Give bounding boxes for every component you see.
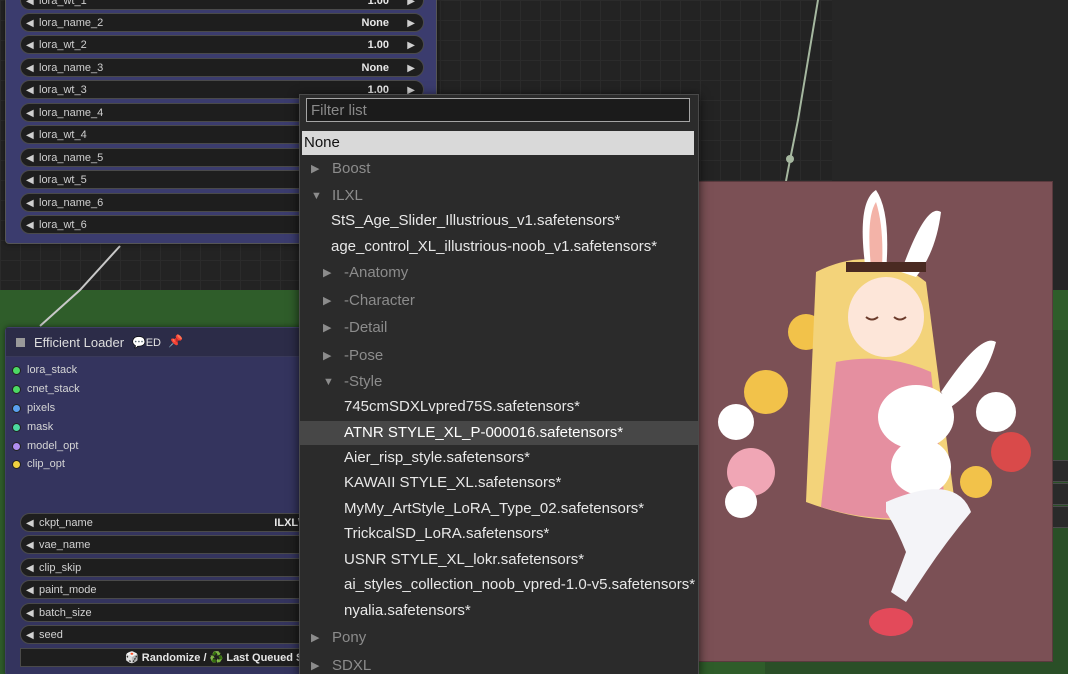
decrement-arrow-icon[interactable]: ◀ — [26, 104, 34, 123]
menu-folder-pony[interactable]: ▶ Pony — [300, 626, 698, 650]
pin-icon[interactable]: 📌 — [168, 334, 183, 348]
decrement-arrow-icon[interactable]: ◀ — [26, 581, 34, 600]
menu-item-file[interactable]: KAWAII STYLE_XL.safetensors* — [300, 471, 698, 495]
folder-open-icon: ▼ — [323, 376, 334, 388]
input-slot-model-opt[interactable]: model_opt — [12, 440, 78, 452]
slot-dot-icon[interactable] — [12, 384, 21, 394]
input-slot-pixels[interactable]: pixels — [12, 402, 55, 414]
preview-illustration — [718, 190, 1031, 636]
increment-arrow-icon[interactable]: ▶ — [407, 36, 415, 55]
menu-folder-ilxl[interactable]: ▼ ILXL — [300, 184, 698, 208]
menu-item-file[interactable]: age_control_XL_illustrious-noob_v1.safet… — [300, 235, 698, 259]
decrement-arrow-icon[interactable]: ◀ — [26, 36, 34, 55]
menu-item-file[interactable]: nyalia.safetensors* — [300, 599, 698, 623]
input-slot-clip-opt[interactable]: clip_opt — [12, 458, 65, 470]
input-slot-mask[interactable]: mask — [12, 421, 53, 433]
increment-arrow-icon[interactable]: ▶ — [407, 59, 415, 78]
folder-collapsed-icon: ▶ — [323, 295, 332, 307]
folder-collapsed-icon: ▶ — [311, 632, 320, 644]
decrement-arrow-icon[interactable]: ◀ — [26, 536, 34, 555]
menu-item-none[interactable]: None — [302, 131, 694, 155]
menu-folder-character[interactable]: ▶ -Character — [300, 289, 698, 313]
decrement-arrow-icon[interactable]: ◀ — [26, 194, 34, 213]
widget-lora-name-3[interactable]: ◀ lora_name_3 None ▶ — [20, 58, 424, 77]
menu-item-file-hovered[interactable]: ATNR STYLE_XL_P-000016.safetensors* — [300, 421, 698, 445]
folder-collapsed-icon: ▶ — [323, 267, 332, 279]
menu-item-file[interactable]: ai_styles_collection_noob_vpred-1.0-v5.s… — [300, 573, 698, 597]
menu-item-file[interactable]: StS_Age_Slider_Illustrious_v1.safetensor… — [300, 209, 698, 233]
menu-folder-sdxl[interactable]: ▶ SDXL — [300, 654, 698, 674]
menu-folder-pose[interactable]: ▶ -Pose — [300, 344, 698, 368]
slot-dot-icon[interactable] — [12, 403, 21, 413]
folder-collapsed-icon: ▶ — [311, 660, 320, 672]
menu-item-file[interactable]: Aier_risp_style.safetensors* — [300, 446, 698, 470]
increment-arrow-icon[interactable]: ▶ — [407, 14, 415, 33]
menu-folder-boost[interactable]: ▶ Boost — [300, 157, 698, 181]
decrement-arrow-icon[interactable]: ◀ — [26, 81, 34, 100]
input-slot-lora-stack[interactable]: lora_stack — [12, 364, 77, 376]
decrement-arrow-icon[interactable]: ◀ — [26, 171, 34, 190]
slot-dot-icon[interactable] — [12, 422, 21, 432]
decrement-arrow-icon[interactable]: ◀ — [26, 14, 34, 33]
menu-item-file[interactable]: USNR STYLE_XL_lokr.safetensors* — [300, 548, 698, 572]
widget-lora-wt-2[interactable]: ◀ lora_wt_2 1.00 ▶ — [20, 35, 424, 54]
menu-item-file[interactable]: TrickcalSD_LoRA.safetensors* — [300, 522, 698, 546]
widget-lora-name-2[interactable]: ◀ lora_name_2 None ▶ — [20, 13, 424, 32]
node-title: Efficient Loader — [34, 335, 125, 350]
filter-list-input[interactable]: Filter list — [306, 98, 690, 122]
decrement-arrow-icon[interactable]: ◀ — [26, 604, 34, 623]
folder-collapsed-icon: ▶ — [323, 322, 332, 334]
decrement-arrow-icon[interactable]: ◀ — [26, 216, 34, 235]
decrement-arrow-icon[interactable]: ◀ — [26, 626, 34, 645]
decrement-arrow-icon[interactable]: ◀ — [26, 59, 34, 78]
preview-image — [695, 181, 1053, 662]
slot-dot-icon[interactable] — [12, 441, 21, 451]
menu-item-file[interactable]: 745cmSDXLvpred75S.safetensors* — [300, 395, 698, 419]
decrement-arrow-icon[interactable]: ◀ — [26, 126, 34, 145]
folder-open-icon: ▼ — [311, 190, 322, 202]
increment-arrow-icon[interactable]: ▶ — [407, 0, 415, 11]
folder-collapsed-icon: ▶ — [323, 350, 332, 362]
wire-left — [39, 245, 121, 327]
menu-folder-style[interactable]: ▼ -Style — [300, 370, 698, 394]
widget-lora-wt-1[interactable]: ◀ lora_wt_1 1.00 ▶ — [20, 0, 424, 10]
menu-folder-anatomy[interactable]: ▶ -Anatomy — [300, 261, 698, 285]
graph-canvas[interactable]: ◀ lora_wt_1 1.00 ▶ ◀ lora_name_2 None ▶ … — [0, 0, 1068, 674]
input-slot-cnet-stack[interactable]: cnet_stack — [12, 383, 80, 395]
collapse-square-icon[interactable] — [16, 338, 25, 347]
node-badge: 💬ED — [132, 337, 161, 349]
wire-reroute-dot — [786, 155, 794, 163]
slot-dot-icon[interactable] — [12, 365, 21, 375]
menu-folder-detail[interactable]: ▶ -Detail — [300, 316, 698, 340]
menu-item-file[interactable]: MyMy_ArtStyle_LoRA_Type_02.safetensors* — [300, 497, 698, 521]
slot-dot-icon[interactable] — [12, 459, 21, 469]
lora-dropdown-menu[interactable]: Filter list None ▶ Boost ▼ ILXL StS_Age_… — [299, 94, 699, 674]
folder-collapsed-icon: ▶ — [311, 163, 320, 175]
decrement-arrow-icon[interactable]: ◀ — [26, 0, 34, 11]
decrement-arrow-icon[interactable]: ◀ — [26, 149, 34, 168]
decrement-arrow-icon[interactable]: ◀ — [26, 559, 34, 578]
wire-right — [785, 0, 819, 182]
decrement-arrow-icon[interactable]: ◀ — [26, 514, 34, 533]
